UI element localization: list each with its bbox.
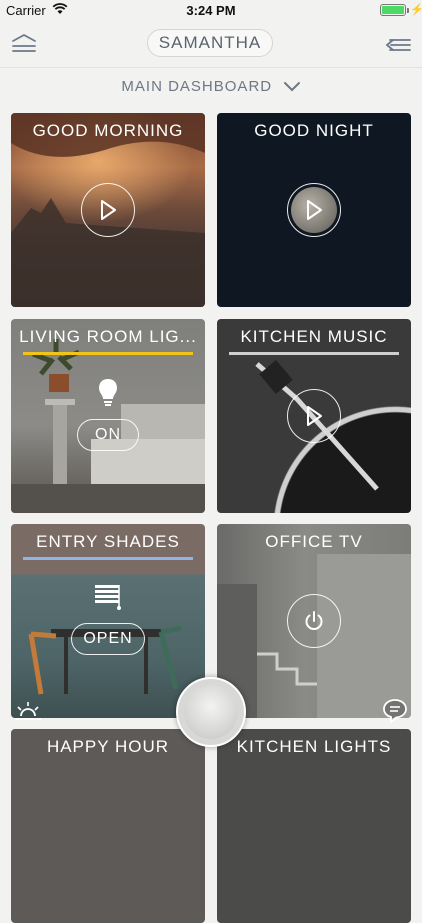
- tile-title: OFFICE TV: [265, 532, 363, 551]
- tile-accent-line: [23, 557, 193, 560]
- play-button[interactable]: [81, 183, 135, 237]
- device-tile-entry-shades[interactable]: ENTRY SHADES OPEN: [11, 524, 205, 718]
- tile-background-image: [11, 339, 205, 513]
- scene-tile-good-morning[interactable]: GOOD MORNING: [11, 113, 205, 307]
- app-header: SAMANTHA: [0, 22, 422, 68]
- sunrise-icon[interactable]: [13, 700, 43, 722]
- tile-title: GOOD MORNING: [32, 121, 184, 140]
- lightbulb-icon: [99, 379, 117, 406]
- device-tile-office-tv[interactable]: OFFICE TV: [217, 524, 411, 718]
- tile-title: LIVING ROOM LIG...: [19, 327, 197, 346]
- collapse-menu-icon[interactable]: [384, 32, 412, 58]
- charging-icon: ⚡: [410, 4, 422, 16]
- dashboard-selector[interactable]: MAIN DASHBOARD: [0, 78, 422, 102]
- tile-title: ENTRY SHADES: [36, 532, 180, 551]
- device-tile-living-room-lights[interactable]: LIVING ROOM LIG... ON: [11, 319, 205, 513]
- power-button[interactable]: [287, 594, 341, 648]
- tile-accent-line: [229, 352, 399, 355]
- status-bar: Carrier 3:24 PM ⚡: [0, 0, 422, 22]
- tile-title: GOOD NIGHT: [254, 121, 374, 140]
- tile-accent-line: [23, 352, 193, 355]
- play-icon: [307, 200, 322, 220]
- home-button-face: [184, 685, 238, 739]
- play-icon: [101, 200, 116, 220]
- battery-icon: [380, 4, 406, 16]
- clock: 3:24 PM: [186, 3, 236, 18]
- tile-title: KITCHEN MUSIC: [240, 327, 388, 346]
- room-selector-title[interactable]: SAMANTHA: [147, 29, 273, 57]
- open-shades-button[interactable]: OPEN: [71, 623, 145, 655]
- shades-icon: [95, 585, 121, 610]
- chevron-down-icon: [283, 81, 300, 92]
- scene-tile-happy-hour[interactable]: HAPPY HOUR: [11, 729, 205, 923]
- power-icon: [305, 611, 323, 630]
- battery-tip: [407, 8, 409, 13]
- play-button[interactable]: [287, 389, 341, 443]
- toggle-on-button[interactable]: ON: [77, 419, 139, 451]
- menu-icon[interactable]: [10, 32, 38, 58]
- dashboard-label: MAIN DASHBOARD: [121, 78, 273, 95]
- tile-title: KITCHEN LIGHTS: [236, 737, 392, 756]
- tile-title: HAPPY HOUR: [46, 737, 170, 756]
- play-icon: [307, 406, 322, 426]
- home-button[interactable]: [176, 677, 246, 747]
- tile-background-image: [28, 625, 182, 695]
- device-tile-kitchen-lights[interactable]: KITCHEN LIGHTS: [217, 729, 411, 923]
- play-button[interactable]: [287, 183, 341, 237]
- chat-icon[interactable]: [382, 698, 408, 724]
- scene-tile-good-night[interactable]: GOOD NIGHT: [217, 113, 411, 307]
- media-tile-kitchen-music[interactable]: KITCHEN MUSIC: [217, 319, 411, 513]
